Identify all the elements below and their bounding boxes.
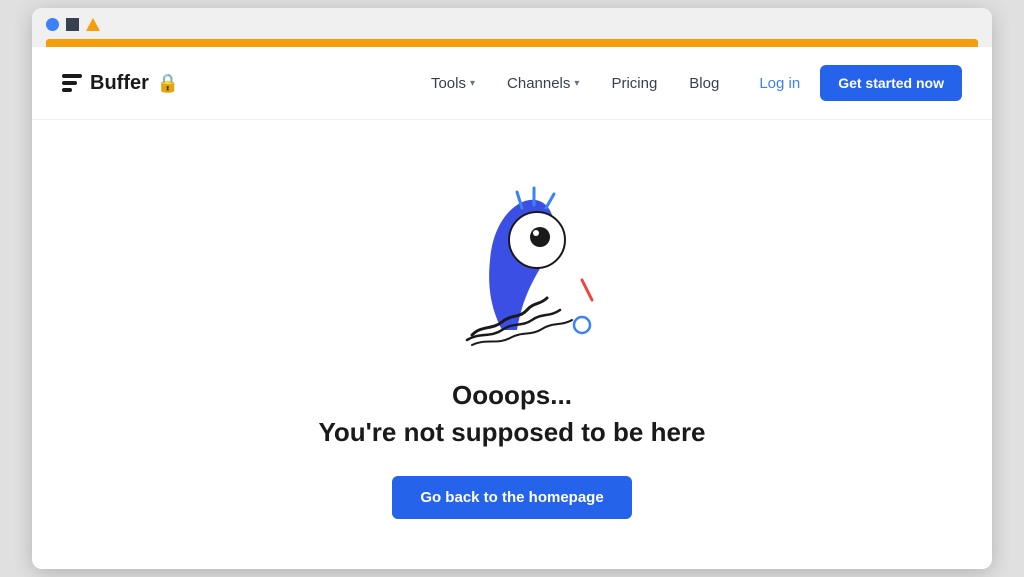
nav-right: Log in Get started now xyxy=(759,65,962,101)
dot-square-icon xyxy=(66,18,79,31)
accent-line-3 xyxy=(546,194,554,208)
nav-item-channels[interactable]: Channels ▾ xyxy=(507,75,579,92)
dot-triangle-icon xyxy=(86,18,100,31)
error-illustration xyxy=(372,150,652,370)
logo-area: Buffer 🔒 xyxy=(62,72,179,95)
nav-link-tools[interactable]: Tools ▾ xyxy=(431,75,475,92)
logo-text: Buffer xyxy=(90,72,149,95)
nav-item-tools[interactable]: Tools ▾ xyxy=(431,75,475,92)
go-home-button[interactable]: Go back to the homepage xyxy=(392,476,631,519)
creature-pupil xyxy=(530,227,550,247)
nav-link-channels[interactable]: Channels ▾ xyxy=(507,75,579,92)
red-accent-1 xyxy=(582,280,592,300)
login-button[interactable]: Log in xyxy=(759,75,800,92)
nav-item-blog[interactable]: Blog xyxy=(689,75,719,92)
error-svg xyxy=(372,150,652,370)
channels-chevron-icon: ▾ xyxy=(574,78,579,89)
error-heading: Oooops... xyxy=(452,380,572,411)
buffer-logo-icon xyxy=(62,74,82,92)
logo-emoji: 🔒 xyxy=(157,73,179,94)
nav-link-pricing[interactable]: Pricing xyxy=(611,75,657,92)
small-circle xyxy=(574,317,590,333)
tools-chevron-icon: ▾ xyxy=(470,78,475,89)
nav-item-pricing[interactable]: Pricing xyxy=(611,75,657,92)
nav-link-blog[interactable]: Blog xyxy=(689,75,719,92)
error-subheading: You're not supposed to be here xyxy=(318,417,705,448)
browser-dots xyxy=(46,18,978,31)
page-content: Buffer 🔒 Tools ▾ Channels ▾ xyxy=(32,47,992,569)
creature-highlight xyxy=(533,230,539,236)
nav-links: Tools ▾ Channels ▾ Pricing xyxy=(431,75,719,92)
dot-circle-icon xyxy=(46,18,59,31)
navbar: Buffer 🔒 Tools ▾ Channels ▾ xyxy=(32,47,992,120)
browser-chrome xyxy=(32,8,992,47)
main-content: Oooops... You're not supposed to be here… xyxy=(32,120,992,569)
get-started-button[interactable]: Get started now xyxy=(820,65,962,101)
browser-window: Buffer 🔒 Tools ▾ Channels ▾ xyxy=(32,8,992,569)
address-bar xyxy=(46,39,978,47)
